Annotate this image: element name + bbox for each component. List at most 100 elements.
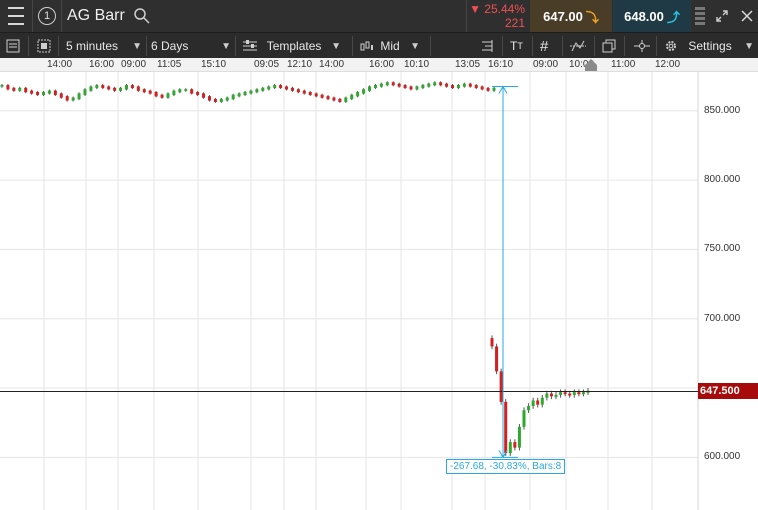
- buy-price-button[interactable]: 648.00 ⤴: [613, 0, 691, 32]
- candle: [83, 89, 87, 96]
- candle: [273, 85, 277, 89]
- candle: [41, 91, 45, 96]
- candle: [71, 97, 75, 101]
- candle: [154, 91, 158, 97]
- price-tick-label: 600.000: [704, 451, 741, 463]
- indicators-icon[interactable]: [480, 33, 494, 59]
- candle: [196, 91, 200, 96]
- candle: [77, 93, 81, 100]
- time-tick-label: 16:00: [89, 59, 115, 70]
- candle: [568, 393, 572, 396]
- time-tick-label: 11:05: [157, 59, 182, 70]
- candle: [549, 393, 553, 397]
- price-type-select[interactable]: Mid ▼: [360, 33, 420, 59]
- candle: [12, 87, 16, 91]
- candle: [285, 86, 289, 90]
- candle: [554, 394, 558, 397]
- candle: [397, 83, 401, 87]
- candle: [427, 83, 431, 87]
- candle: [18, 87, 22, 91]
- change-indicator: ▼ 25.44% 221: [467, 0, 529, 32]
- templates-select[interactable]: Templates ▼: [243, 33, 341, 59]
- price-chart[interactable]: [0, 72, 758, 510]
- candle: [101, 85, 105, 89]
- candle: [540, 397, 544, 405]
- crosshair-icon[interactable]: [634, 33, 650, 59]
- candle: [119, 87, 123, 91]
- candle: [391, 82, 395, 86]
- time-tick-label: 09:00: [533, 59, 559, 70]
- candle: [107, 86, 111, 90]
- info-button[interactable]: 1: [33, 0, 61, 32]
- candle: [409, 86, 413, 90]
- gear-icon: [666, 41, 676, 51]
- candle: [172, 90, 176, 96]
- candle: [124, 85, 128, 90]
- layout-icon[interactable]: [37, 33, 51, 59]
- time-tick-label: 13:05: [455, 59, 481, 70]
- interval-select[interactable]: 5 minutes ▼: [66, 33, 142, 59]
- instrument-title: AG Barr: [67, 7, 125, 24]
- candle: [527, 406, 531, 411]
- candle: [332, 97, 336, 101]
- candle: [237, 93, 241, 97]
- sell-price-button[interactable]: 647.00 ⤵: [530, 0, 612, 32]
- candle: [148, 90, 152, 94]
- candle: [373, 85, 377, 89]
- change-absolute: 221: [504, 16, 525, 30]
- candle: [326, 96, 330, 100]
- time-tick-label: 10:10: [404, 59, 430, 70]
- candle: [225, 97, 229, 101]
- close-icon[interactable]: [736, 0, 758, 32]
- candle: [207, 96, 211, 101]
- candle: [572, 392, 576, 395]
- candle: [563, 392, 567, 395]
- time-tick-label: 14:00: [319, 59, 345, 70]
- candle: [53, 90, 57, 96]
- candle: [267, 86, 271, 90]
- candle: [577, 392, 581, 395]
- candle: [243, 91, 247, 96]
- text-tool-icon[interactable]: TT: [510, 33, 523, 59]
- candle: [30, 90, 34, 94]
- drag-handle-icon[interactable]: [692, 0, 708, 32]
- search-icon[interactable]: [133, 7, 151, 25]
- candle: [559, 392, 563, 395]
- grid-tool-icon[interactable]: #: [540, 33, 548, 59]
- candle: [517, 426, 521, 448]
- copy-icon[interactable]: [602, 33, 616, 59]
- current-price-label: 647.500: [698, 383, 758, 400]
- candle: [166, 93, 170, 98]
- candle: [231, 94, 235, 100]
- time-tick-label: 16:10: [488, 59, 514, 70]
- time-tick-label: 14:00: [47, 59, 73, 70]
- time-tick-label: 16:00: [369, 59, 395, 70]
- candle: [47, 90, 51, 94]
- candle: [59, 93, 63, 98]
- candle: [403, 85, 407, 89]
- range-select[interactable]: 6 Days ▼: [151, 33, 231, 59]
- draw-tool-icon[interactable]: [570, 33, 586, 59]
- settings-button[interactable]: Settings ▼: [664, 33, 754, 59]
- down-arrow-icon: ⤵: [585, 9, 599, 25]
- candle: [184, 89, 188, 91]
- candle: [308, 91, 312, 96]
- candle: [445, 83, 449, 87]
- candle: [202, 93, 206, 98]
- chart-list-icon[interactable]: [6, 33, 20, 59]
- candle: [0, 85, 4, 87]
- candle: [421, 85, 425, 89]
- instrument-title-area[interactable]: AG Barr: [62, 0, 152, 32]
- time-tick-label: 15:10: [201, 59, 227, 70]
- candle: [89, 86, 93, 91]
- expand-icon[interactable]: [710, 0, 734, 32]
- range-value: 6 Days: [151, 39, 189, 53]
- chevron-down-icon: ▼: [331, 40, 341, 52]
- price-type-value: Mid: [380, 39, 400, 53]
- candle: [492, 87, 496, 91]
- candle: [536, 400, 540, 405]
- candle: [136, 86, 140, 91]
- hamburger-menu-icon[interactable]: [0, 0, 32, 32]
- candle: [350, 94, 354, 100]
- candle: [160, 94, 164, 98]
